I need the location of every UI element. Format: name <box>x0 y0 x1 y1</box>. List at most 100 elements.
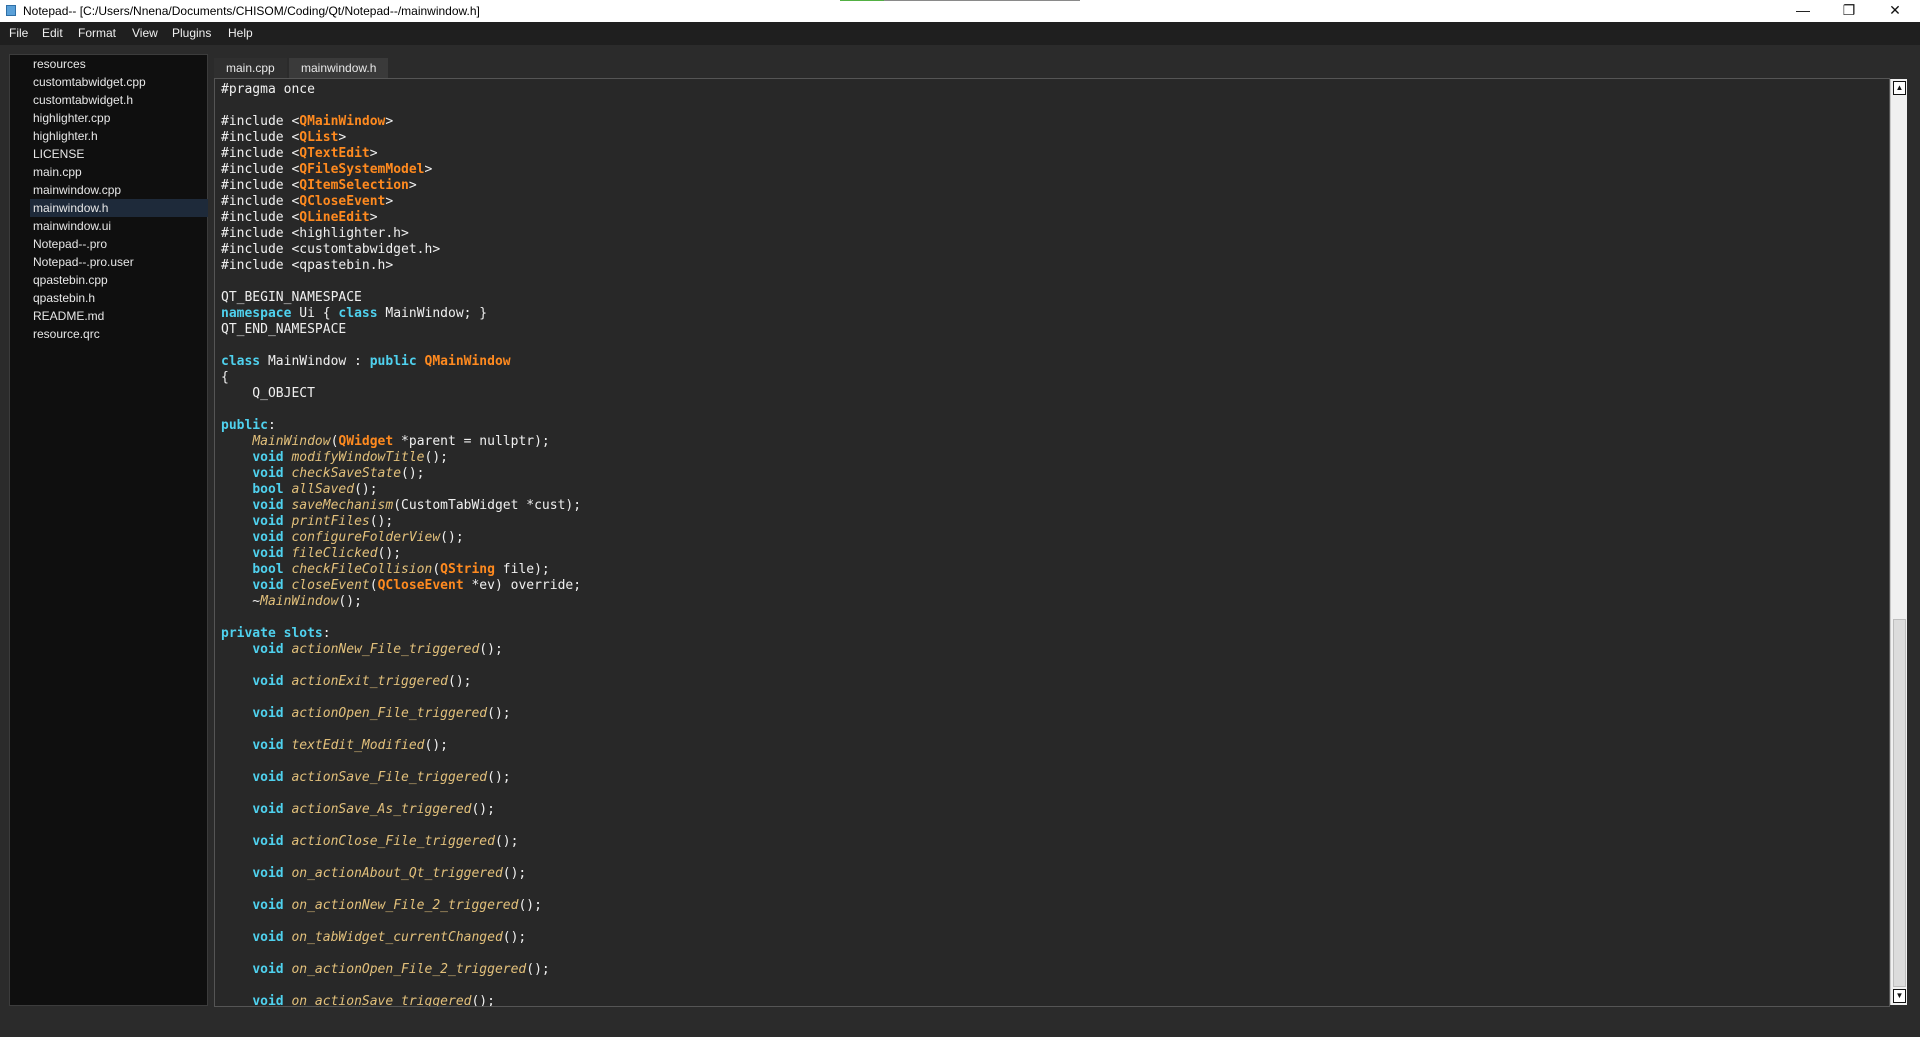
code-token: MainWindow; } <box>377 306 488 321</box>
minimize-button[interactable]: — <box>1780 0 1826 22</box>
code-token: #include < <box>221 114 300 129</box>
function-token: on_actionOpen_File_2_triggered <box>291 962 527 977</box>
code-line: Q_OBJECT <box>221 386 581 402</box>
file-item-qpastebin-h[interactable]: qpastebin.h <box>30 289 208 307</box>
code-token: : <box>322 626 331 641</box>
function-token: actionSave_As_triggered <box>291 802 472 817</box>
code-line: bool checkFileCollision(QString file); <box>221 562 581 578</box>
tab-mainwindow-h[interactable]: mainwindow.h <box>289 58 389 78</box>
file-item-resources[interactable]: resources <box>30 55 208 73</box>
taskbar-progress-strip <box>840 0 1080 1</box>
code-line: void actionOpen_File_triggered(); <box>221 706 581 722</box>
function-token: closeEvent <box>291 578 370 593</box>
code-token: (); <box>424 450 448 465</box>
code-token: QT_END_NAMESPACE <box>221 322 347 337</box>
tab-main-cpp[interactable]: main.cpp <box>214 58 287 78</box>
code-line: #include <QFileSystemModel> <box>221 162 581 178</box>
code-token: #include < <box>221 210 300 225</box>
menu-file[interactable]: File <box>9 26 28 40</box>
qt-class-token: QMainWindow <box>424 354 511 369</box>
function-token: on_actionAbout_Qt_triggered <box>291 866 503 881</box>
keyword-token: void <box>252 802 284 817</box>
file-item-highlighter-h[interactable]: highlighter.h <box>30 127 208 145</box>
keyword-token: void <box>252 498 284 513</box>
file-item-resource-qrc[interactable]: resource.qrc <box>30 325 208 343</box>
code-token: : <box>267 418 276 433</box>
code-line: void on_actionOpen_File_2_triggered(); <box>221 962 581 978</box>
code-text[interactable]: #pragma once #include <QMainWindow> #inclu… <box>221 82 582 1006</box>
scroll-thumb[interactable] <box>1893 619 1906 987</box>
file-item-notepad-pro[interactable]: Notepad--.pro <box>30 235 208 253</box>
keyword-token: void <box>252 466 284 481</box>
code-token: (); <box>369 514 394 529</box>
file-item-customtabwidget-h[interactable]: customtabwidget.h <box>30 91 208 109</box>
file-item-readme-md[interactable]: README.md <box>30 307 208 325</box>
keyword-token: void <box>252 930 284 945</box>
keyword-token: void <box>252 642 284 657</box>
qt-class-token: QCloseEvent <box>299 194 386 209</box>
function-token: checkFileCollision <box>291 562 433 577</box>
code-token: #include < <box>221 162 300 177</box>
code-token: file); <box>494 562 550 577</box>
code-token: Q_OBJECT <box>221 386 315 401</box>
code-token: (CustomTabWidget *cust); <box>393 498 582 513</box>
function-token: printFiles <box>291 514 370 529</box>
code-line: namespace Ui { class MainWindow; } <box>221 306 581 322</box>
file-item-customtabwidget-cpp[interactable]: customtabwidget.cpp <box>30 73 208 91</box>
code-token: (); <box>448 674 472 689</box>
code-token: (); <box>401 466 425 481</box>
code-token: #include <highlighter.h> <box>221 226 409 241</box>
scroll-up-arrow[interactable]: ▲ <box>1893 81 1906 95</box>
file-item-qpastebin-cpp[interactable]: qpastebin.cpp <box>30 271 208 289</box>
qt-class-token: QMainWindow <box>299 114 386 129</box>
menu-help[interactable]: Help <box>228 26 253 40</box>
close-button[interactable]: ✕ <box>1872 0 1918 22</box>
code-token: (); <box>424 738 448 753</box>
code-token: (); <box>479 642 503 657</box>
keyword-token: bool <box>252 482 284 497</box>
qt-class-token: QLineEdit <box>299 210 370 225</box>
code-token: (); <box>494 834 519 849</box>
file-item-mainwindow-ui[interactable]: mainwindow.ui <box>30 217 208 235</box>
code-token: > <box>369 210 378 225</box>
menu-bar: File Edit Format View Plugins Help <box>0 22 1920 45</box>
qt-class-token: QTextEdit <box>299 146 370 161</box>
keyword-token: void <box>252 530 284 545</box>
keyword-token: bool <box>252 562 284 577</box>
folder-view[interactable]: resources customtabwidget.cpp customtabw… <box>9 54 208 1006</box>
code-token: (); <box>471 802 495 817</box>
file-item-mainwindow-cpp[interactable]: mainwindow.cpp <box>30 181 208 199</box>
file-item-mainwindow-h[interactable]: mainwindow.h <box>30 199 208 217</box>
menu-view[interactable]: View <box>132 26 158 40</box>
menu-edit[interactable]: Edit <box>42 26 63 40</box>
code-line: void actionClose_File_triggered(); <box>221 834 581 850</box>
scroll-down-arrow[interactable]: ▼ <box>1893 989 1906 1003</box>
keyword-token: class <box>221 354 261 369</box>
qt-class-token: QFileSystemModel <box>299 162 425 177</box>
code-token: (); <box>502 930 527 945</box>
keyword-token: void <box>252 898 284 913</box>
menu-plugins[interactable]: Plugins <box>172 26 211 40</box>
code-token: > <box>385 194 394 209</box>
restore-button[interactable]: ❐ <box>1826 0 1872 22</box>
code-line: void actionSave_File_triggered(); <box>221 770 581 786</box>
editor-scrollbar[interactable]: ▲ ▼ <box>1890 79 1907 1005</box>
file-item-main-cpp[interactable]: main.cpp <box>30 163 208 181</box>
code-editor[interactable]: #pragma once #include <QMainWindow> #inclu… <box>214 78 1890 1007</box>
file-item-highlighter-cpp[interactable]: highlighter.cpp <box>30 109 208 127</box>
file-item-notepad-pro-user[interactable]: Notepad--.pro.user <box>30 253 208 271</box>
menu-format[interactable]: Format <box>78 26 116 40</box>
file-item-license[interactable]: LICENSE <box>30 145 208 163</box>
